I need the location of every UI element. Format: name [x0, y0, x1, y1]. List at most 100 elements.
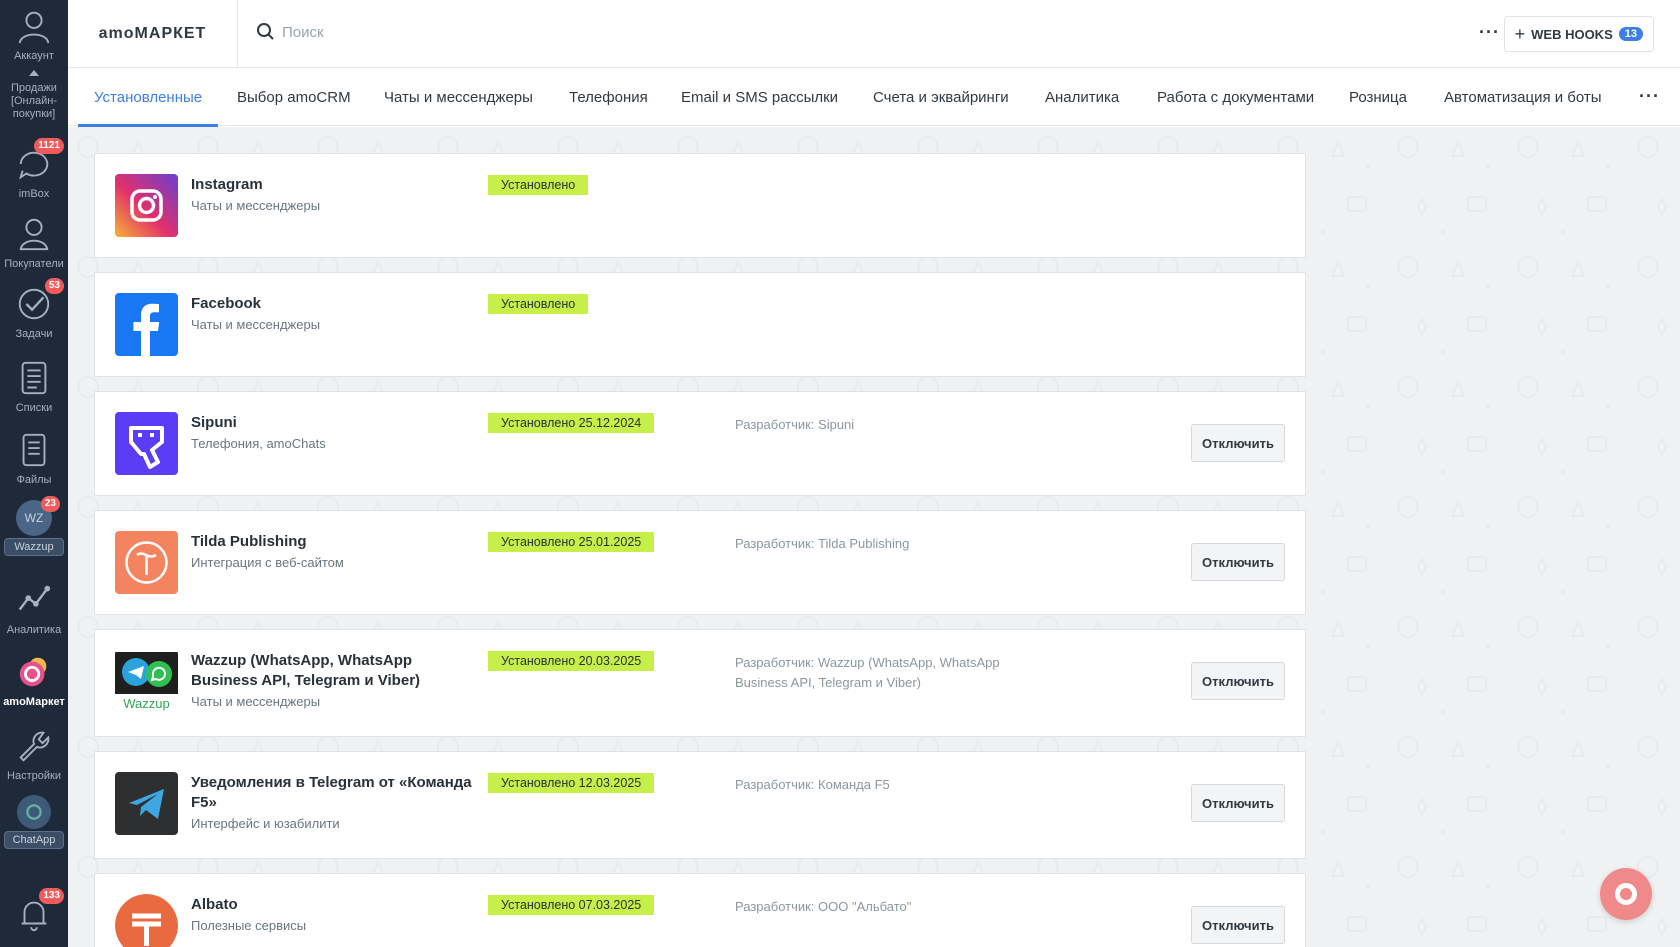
- integration-name: Albato: [191, 896, 238, 913]
- status-badge: Установлено: [488, 294, 589, 314]
- integration-developer: Разработчик: Tilda Publishing: [735, 536, 910, 551]
- integration-card-wazzup[interactable]: Wazzup Wazzup (WhatsApp, WhatsApp Busine…: [94, 629, 1306, 737]
- search-box[interactable]: [256, 22, 582, 42]
- tab-installed[interactable]: Установленные: [77, 68, 219, 127]
- status-badge: Установлено: [488, 175, 589, 195]
- brand-title: amoМАРКЕТ: [68, 0, 238, 68]
- disable-button[interactable]: Отключить: [1191, 662, 1285, 700]
- chat-bubble-icon: 1121: [12, 138, 64, 186]
- wrench-icon: [12, 724, 56, 768]
- files-icon: [12, 428, 56, 472]
- sidebar-item-sales[interactable]: Продажи [Онлайн-покупки]: [0, 70, 68, 121]
- sidebar-item-account[interactable]: Аккаунт: [0, 4, 68, 63]
- chatapp-icon: [17, 795, 51, 829]
- wazzup-logo: Wazzup: [115, 650, 178, 713]
- integration-developer: Разработчик: Команда F5: [735, 777, 890, 792]
- status-badge: Установлено 12.03.2025: [488, 773, 655, 793]
- customers-icon: [12, 212, 56, 256]
- integration-developer: Разработчик: ООО "Альбато": [735, 899, 912, 914]
- integration-category: Интеграция с веб-сайтом: [191, 555, 344, 570]
- telegram-logo: [115, 772, 178, 835]
- sidebar-item-files[interactable]: Файлы: [0, 428, 68, 487]
- integration-card-telegram-f5[interactable]: Уведомления в Telegram от «Команда F5» И…: [94, 751, 1306, 859]
- checkmark-circle-icon: 53: [12, 278, 64, 326]
- sidebar-item-chatapp[interactable]: ChatApp: [0, 795, 68, 849]
- sidebar: Аккаунт Продажи [Онлайн-покупки] 1121 im…: [0, 0, 68, 947]
- sidebar-item-analytics[interactable]: Аналитика: [0, 578, 68, 637]
- list-icon: [12, 356, 56, 400]
- sidebar-item-customers[interactable]: Покупатели: [0, 212, 68, 271]
- imbox-badge: 1121: [34, 138, 64, 154]
- integration-developer: Разработчик: Sipuni: [735, 417, 855, 432]
- notifications-badge: 133: [39, 888, 64, 904]
- integration-category: Чаты и мессенджеры: [191, 317, 321, 332]
- amomarket-icon: [12, 650, 56, 694]
- integration-name: Facebook: [191, 295, 262, 312]
- header-more-button[interactable]: ···: [1479, 22, 1500, 43]
- integration-name: Tilda Publishing: [191, 533, 307, 550]
- webhooks-button[interactable]: + WEB HOOKS 13: [1503, 16, 1654, 52]
- wazzup-logo-text: Wazzup: [123, 696, 170, 711]
- support-chat-button[interactable]: [1600, 868, 1652, 920]
- webhooks-count-badge: 13: [1618, 27, 1643, 41]
- integration-card-facebook[interactable]: Facebook Чаты и мессенджеры Установлено: [94, 272, 1306, 377]
- disable-button[interactable]: Отключить: [1191, 906, 1285, 944]
- disable-button[interactable]: Отключить: [1191, 424, 1285, 462]
- integration-category: Чаты и мессенджеры: [191, 198, 321, 213]
- tab-invoices[interactable]: Счета и эквайринги: [873, 68, 1009, 126]
- sidebar-item-label: Задачи: [15, 328, 53, 340]
- status-badge: Установлено 20.03.2025: [488, 651, 655, 671]
- status-badge: Установлено 25.12.2024: [488, 413, 655, 433]
- wazzup-initials: WZ: [24, 511, 44, 525]
- disable-button[interactable]: Отключить: [1191, 543, 1285, 581]
- integration-name: Уведомления в Telegram от «Команда F5»: [191, 774, 472, 811]
- integration-developer: Разработчик: Wazzup (WhatsApp, WhatsApp …: [735, 655, 1000, 690]
- integration-card-albato[interactable]: Albato Полезные сервисы Установлено 07.0…: [94, 873, 1306, 947]
- sipuni-logo: [115, 412, 178, 475]
- tab-automation[interactable]: Автоматизация и боты: [1444, 68, 1602, 126]
- integration-category: Полезные сервисы: [191, 918, 307, 933]
- sidebar-item-imbox[interactable]: 1121 imBox: [0, 138, 68, 201]
- bell-icon: 133: [12, 888, 64, 936]
- tab-telephony[interactable]: Телефония: [569, 68, 648, 126]
- search-input[interactable]: [282, 23, 582, 41]
- sidebar-item-amomarket[interactable]: amoМаркет: [0, 650, 68, 709]
- status-badge: Установлено 07.03.2025: [488, 895, 655, 915]
- tab-analytics[interactable]: Аналитика: [1045, 68, 1119, 126]
- sidebar-item-wazzup[interactable]: WZ 23 Wazzup: [0, 496, 68, 556]
- instagram-logo: [115, 174, 178, 237]
- integration-category: Интерфейс и юзабилити: [191, 816, 340, 831]
- tab-amocrm[interactable]: Выбор amoCRM: [237, 68, 351, 126]
- webhooks-label: WEB HOOKS: [1531, 26, 1613, 42]
- tab-email-sms[interactable]: Email и SMS рассылки: [681, 68, 838, 126]
- integration-card-tilda[interactable]: Tilda Publishing Интеграция с веб-сайтом…: [94, 510, 1306, 615]
- wazzup-badge: 23: [40, 496, 60, 512]
- integration-card-sipuni[interactable]: Sipuni Телефония, amoChats Установлено 2…: [94, 391, 1306, 496]
- chatapp-pill: ChatApp: [4, 831, 64, 849]
- tasks-badge: 53: [44, 278, 64, 294]
- sidebar-item-tasks[interactable]: 53 Задачи: [0, 278, 68, 341]
- integration-name: Sipuni: [191, 414, 237, 431]
- tilda-logo: [115, 531, 178, 594]
- disable-button[interactable]: Отключить: [1191, 784, 1285, 822]
- sidebar-item-label: imBox: [18, 188, 50, 200]
- tab-chats[interactable]: Чаты и мессенджеры: [384, 68, 533, 126]
- user-icon: [12, 4, 56, 48]
- search-icon: [257, 23, 274, 40]
- tab-retail[interactable]: Розница: [1349, 68, 1407, 126]
- integration-category: Чаты и мессенджеры: [191, 694, 321, 709]
- integration-name: Wazzup (WhatsApp, WhatsApp Business API,…: [191, 652, 421, 689]
- sidebar-item-label: amoМаркет: [3, 696, 65, 708]
- status-badge: Установлено 25.01.2025: [488, 532, 655, 552]
- sidebar-item-label: Покупатели: [4, 258, 64, 270]
- sidebar-item-notifications[interactable]: 133: [0, 888, 68, 936]
- sidebar-item-label: Настройки: [7, 770, 61, 782]
- sidebar-item-label: Списки: [15, 402, 53, 414]
- tabs-more-button[interactable]: ···: [1639, 86, 1660, 107]
- facebook-logo: [115, 293, 178, 356]
- sidebar-item-lists[interactable]: Списки: [0, 356, 68, 415]
- category-tabs: Установленные Выбор amoCRM Чаты и мессен…: [68, 68, 1680, 127]
- integration-card-instagram[interactable]: Instagram Чаты и мессенджеры Установлено: [94, 153, 1306, 258]
- sidebar-item-settings[interactable]: Настройки: [0, 724, 68, 783]
- tab-documents[interactable]: Работа с документами: [1157, 68, 1314, 126]
